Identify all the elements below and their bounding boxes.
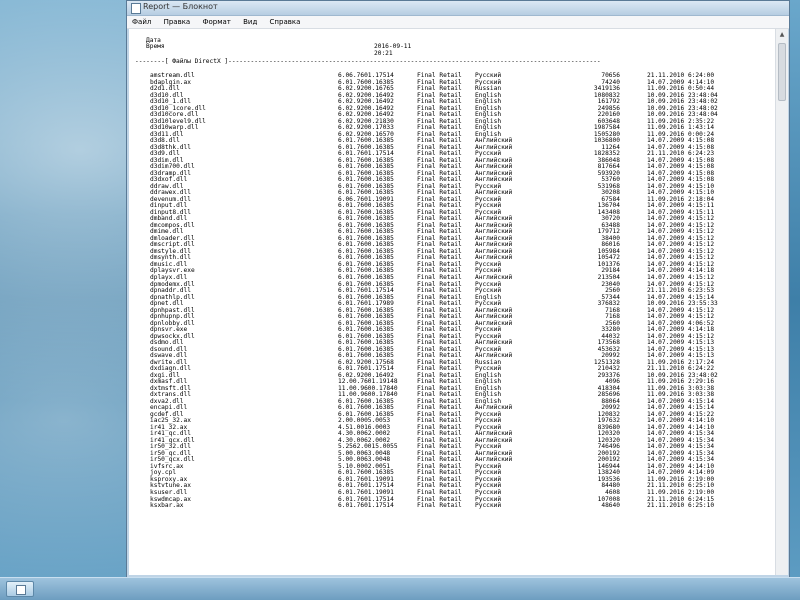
menu-edit[interactable]: Правка [159,16,196,28]
file-build-type: Final Retail [417,502,462,510]
taskbar [0,577,800,600]
file-version: 6.01.7601.17514 [338,502,394,510]
notepad-icon [131,3,141,14]
file-language: Русский [475,502,502,510]
menu-file[interactable]: Файл [127,16,156,28]
scroll-thumb[interactable] [778,43,786,101]
title-bar[interactable]: Report — Блокнот [127,1,789,16]
window-title: Report — Блокнот [143,2,218,11]
section-directx-files-heading: --------[ Файлы DirectX ]---------------… [135,58,601,65]
header-time-row: Время 20:21 [146,38,393,56]
menu-view[interactable]: Вид [238,16,262,28]
file-date: 21.11.2010 6:25:10 [647,502,715,510]
vertical-scrollbar[interactable]: ▲ [775,29,788,575]
file-name: ksxbar.ax [150,502,184,510]
menu-bar: Файл Правка Формат Вид Справка [127,16,789,29]
notepad-window[interactable]: Report — Блокнот Файл Правка Формат Вид … [126,0,790,578]
menu-help[interactable]: Справка [265,16,306,28]
header-time-value: 20:21 [374,49,393,57]
header-time-label: Время [146,43,165,51]
scroll-up-arrow-icon[interactable]: ▲ [776,29,788,41]
list-item: ksxbar.ax 6.01.7601.17514 Final Retail Русс… [129,502,769,510]
text-editor[interactable]: Дата 2016-09-11 Время 20:21 --------[ Фа… [129,29,776,575]
file-list: amstream.dll 6.06.7601.17514 Final Retail Р… [129,72,769,510]
notepad-icon [16,585,26,595]
file-size: 48640 [601,502,620,510]
taskbar-notepad-button[interactable] [6,581,34,597]
menu-format[interactable]: Формат [197,16,235,28]
